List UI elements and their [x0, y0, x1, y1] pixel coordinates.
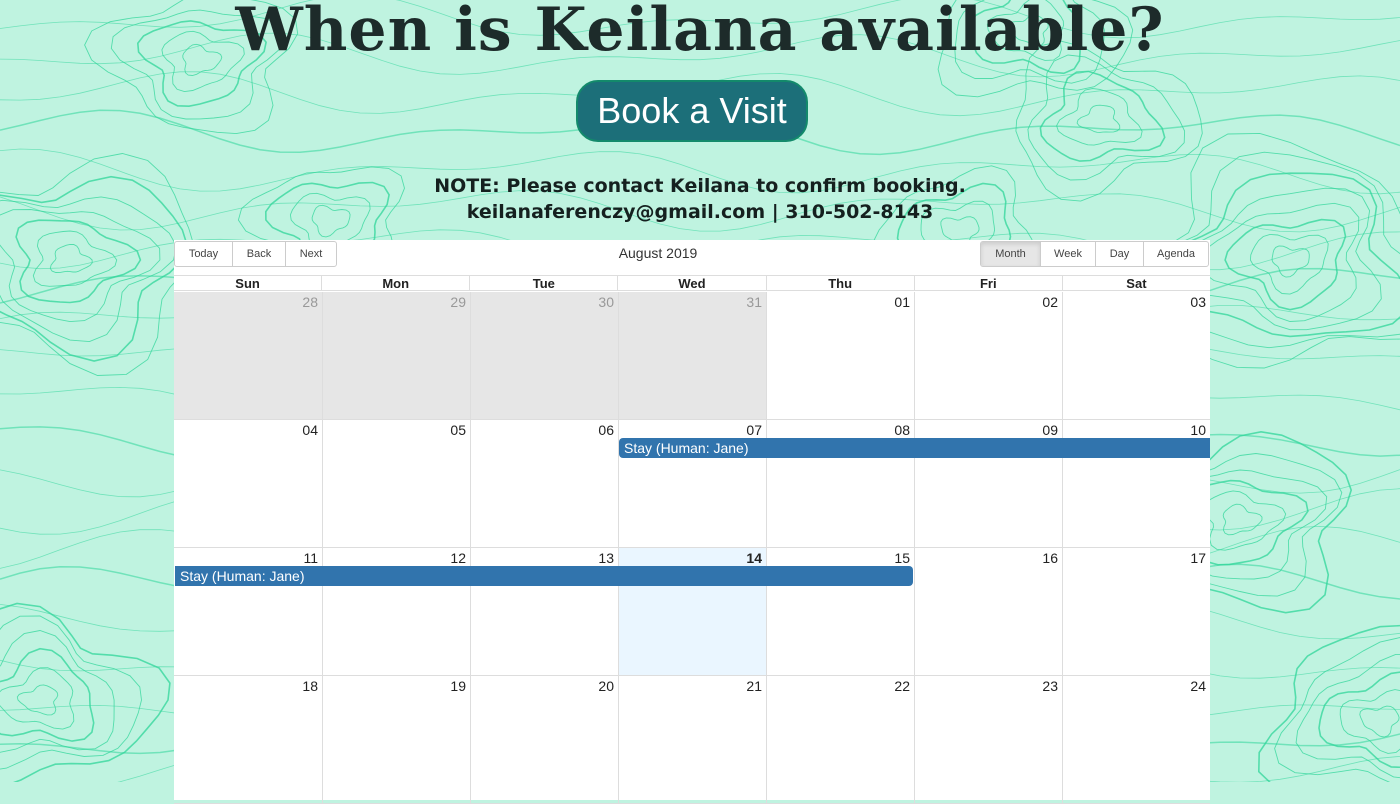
month-view: Sun Mon Tue Wed Thu Fri Sat 28 29 30 31 … — [174, 275, 1210, 800]
weekday-thu: Thu — [766, 276, 914, 290]
day-number: 15 — [894, 550, 910, 566]
contour-line — [0, 649, 94, 741]
contour-line — [1028, 55, 1185, 180]
day-cell[interactable]: 21 — [618, 676, 766, 803]
day-number: 31 — [746, 294, 762, 310]
day-number: 06 — [598, 422, 614, 438]
contour-line — [1225, 220, 1345, 310]
weekday-sat: Sat — [1062, 276, 1210, 290]
day-number: 14 — [746, 550, 762, 566]
day-cell[interactable]: 29 — [322, 292, 470, 419]
booking-note: NOTE: Please contact Keilana to confirm … — [0, 173, 1400, 225]
day-number: 30 — [598, 294, 614, 310]
day-cell[interactable]: 19 — [322, 676, 470, 803]
day-number: 04 — [302, 422, 318, 438]
day-number: 09 — [1042, 422, 1058, 438]
week-row: 11 12 13 14 15 16 17 Stay (Human: Jane) — [174, 548, 1210, 676]
day-number: 19 — [450, 678, 466, 694]
event-stay[interactable]: Stay (Human: Jane) — [175, 566, 913, 586]
week-row: 28 29 30 31 01 02 03 — [174, 292, 1210, 420]
day-cell[interactable]: 31 — [618, 292, 766, 419]
day-number: 24 — [1190, 678, 1206, 694]
day-cell[interactable]: 20 — [470, 676, 618, 803]
day-cell[interactable]: 30 — [470, 292, 618, 419]
day-number: 20 — [598, 678, 614, 694]
day-number: 05 — [450, 422, 466, 438]
contour-line — [1250, 234, 1328, 294]
contour-line — [1360, 706, 1399, 737]
day-number: 28 — [302, 294, 318, 310]
weekday-header: Sun Mon Tue Wed Thu Fri Sat — [174, 275, 1210, 291]
book-visit-button[interactable]: Book a Visit — [576, 80, 808, 142]
weekday-wed: Wed — [617, 276, 765, 290]
month-view-button[interactable]: Month — [981, 242, 1041, 266]
day-number: 17 — [1190, 550, 1206, 566]
weekday-tue: Tue — [469, 276, 617, 290]
day-number: 10 — [1190, 422, 1206, 438]
contour-line — [1223, 504, 1262, 535]
day-cell[interactable]: 04 — [174, 420, 322, 547]
day-cell[interactable]: 24 — [1062, 676, 1210, 803]
contour-line — [1272, 246, 1309, 277]
week-view-button[interactable]: Week — [1041, 242, 1096, 266]
day-cell[interactable]: 03 — [1062, 292, 1210, 419]
week-row: 18 19 20 21 22 23 24 — [174, 676, 1210, 804]
view-button-group: Month Week Day Agenda — [980, 241, 1209, 267]
weekday-mon: Mon — [321, 276, 469, 290]
note-line-1: NOTE: Please contact Keilana to confirm … — [0, 173, 1400, 199]
weekday-fri: Fri — [914, 276, 1062, 290]
day-view-button[interactable]: Day — [1096, 242, 1144, 266]
day-cell[interactable]: 23 — [914, 676, 1062, 803]
calendar: Today Back Next August 2019 Month Week D… — [174, 240, 1210, 800]
day-cell[interactable]: 01 — [766, 292, 914, 419]
day-cell[interactable]: 06 — [470, 420, 618, 547]
contact-info: keilanaferenczy@gmail.com | 310-502-8143 — [0, 199, 1400, 225]
day-cell[interactable]: 05 — [322, 420, 470, 547]
contour-line — [1040, 71, 1164, 161]
day-number: 21 — [746, 678, 762, 694]
week-row: 04 05 06 07 08 09 10 Stay (Human: Jane) — [174, 420, 1210, 548]
day-cell[interactable]: 28 — [174, 292, 322, 419]
event-stay[interactable]: Stay (Human: Jane) — [619, 438, 1210, 458]
day-number: 11 — [303, 550, 318, 566]
agenda-view-button[interactable]: Agenda — [1144, 242, 1208, 266]
day-number: 23 — [1042, 678, 1058, 694]
day-cell[interactable]: 22 — [766, 676, 914, 803]
contour-line — [0, 210, 160, 322]
day-number: 18 — [302, 678, 318, 694]
day-cell[interactable]: 17 — [1062, 548, 1210, 675]
contour-line — [17, 685, 58, 715]
day-number: 29 — [450, 294, 466, 310]
day-cell[interactable]: 18 — [174, 676, 322, 803]
day-number: 22 — [894, 678, 910, 694]
day-number: 08 — [894, 422, 910, 438]
day-number: 01 — [894, 294, 910, 310]
day-number: 03 — [1190, 294, 1206, 310]
calendar-toolbar: Today Back Next August 2019 Month Week D… — [174, 240, 1210, 268]
day-number: 07 — [746, 422, 762, 438]
day-number: 16 — [1042, 550, 1058, 566]
page-title: When is Keilana available? — [0, 0, 1400, 66]
weekday-sun: Sun — [174, 276, 321, 290]
day-cell[interactable]: 02 — [914, 292, 1062, 419]
day-number: 12 — [450, 550, 466, 566]
day-number: 13 — [598, 550, 614, 566]
contour-line — [1057, 89, 1143, 146]
day-cell[interactable]: 16 — [914, 548, 1062, 675]
day-number: 02 — [1042, 294, 1058, 310]
